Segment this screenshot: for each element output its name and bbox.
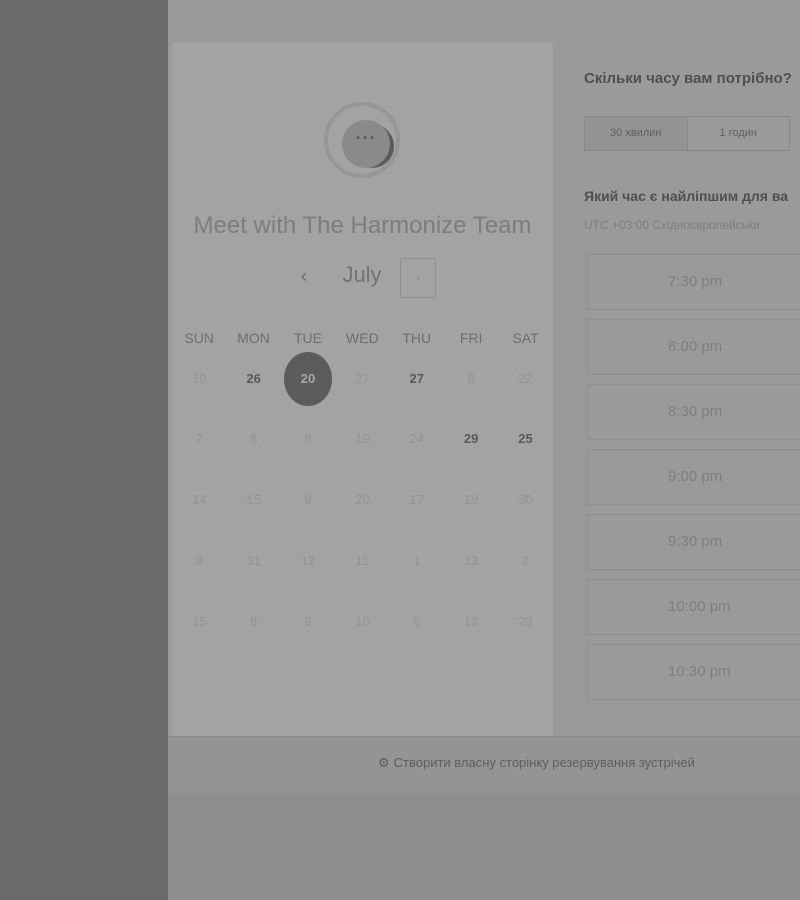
calendar-day: 8	[467, 371, 475, 386]
calendar-day[interactable]: 29	[444, 412, 498, 466]
calendar-day: 2	[521, 553, 530, 568]
calendar-day: 15	[191, 614, 207, 629]
calendar-day: 13	[463, 553, 479, 568]
calendar-day: 19	[463, 492, 479, 507]
month-navigation: ‹ July ›	[172, 254, 553, 302]
calendar-day: 22	[518, 371, 533, 386]
duration-selector: 30 хвилин 1 годин	[584, 116, 790, 151]
calendar-day: 9	[195, 553, 203, 568]
time-slot[interactable]: 8:30 pm	[587, 384, 800, 440]
calendar-week-row: 7 8 8 19 24 29 25	[172, 412, 553, 466]
prev-month-icon[interactable]: ‹	[292, 264, 316, 288]
left-gutter	[0, 0, 168, 900]
calendar-day: 14	[191, 492, 207, 507]
duration-option-30[interactable]: 30 хвилин	[585, 117, 688, 150]
calendar-day: 7	[195, 431, 203, 446]
timezone-selector[interactable]: UTC +03:00 Східноєвропейськи	[584, 218, 760, 232]
next-month-icon[interactable]: ›	[400, 258, 436, 298]
time-slot[interactable]: 9:00 pm	[587, 449, 800, 505]
calendar-day[interactable]: 26	[226, 352, 280, 406]
calendar-day: 31	[246, 553, 261, 568]
sprocket-icon: ⚙	[378, 755, 390, 770]
footer-bar: ⚙ Створити власну сторінку резервування з…	[168, 736, 800, 793]
calendar-day: 24	[409, 431, 424, 446]
create-booking-page-link[interactable]: ⚙ Створити власну сторінку резервування з…	[378, 755, 695, 771]
calendar-day: 8	[249, 431, 258, 446]
weekday-label: TUE	[293, 330, 322, 346]
weekday-label: SUN	[184, 330, 214, 346]
calendar-day: 19	[355, 431, 370, 446]
calendar-day: 30	[518, 492, 533, 507]
chat-bubble-icon: ···	[355, 128, 377, 148]
weekday-label: MON	[237, 330, 270, 346]
calendar-day: 9	[304, 492, 312, 507]
calendar-day: 10	[355, 614, 370, 629]
month-label: July	[342, 262, 382, 287]
time-slot[interactable]: 10:00 pm	[587, 579, 800, 635]
calendar-day[interactable]: 27	[390, 352, 444, 406]
calendar-day: 20	[355, 492, 370, 507]
duration-question: Скільки часу вам потрібно?	[584, 70, 792, 87]
calendar-day[interactable]: 25	[498, 412, 552, 466]
weekday-header: SUN MON TUE WED THU FRI SAT	[172, 330, 553, 346]
time-slot[interactable]: 7:30 pm	[587, 254, 800, 310]
calendar-week-row: 19 26 20 27 27 8 22	[172, 352, 553, 406]
time-slot[interactable]: 9:30 pm	[587, 514, 800, 570]
time-question: Який час є найліпшим для ва	[584, 188, 789, 204]
calendar-day: 27	[355, 371, 370, 386]
calendar-day: 8	[304, 431, 312, 446]
calendar-day: 15	[246, 492, 261, 507]
footer-link-label: Створити власну сторінку резервування зу…	[393, 755, 695, 770]
calendar-day: 11	[355, 553, 370, 568]
calendar-day: 28	[518, 614, 533, 629]
weekday-label: FRI	[459, 330, 483, 346]
calendar-week-row: 9 31 12 11 1 13 2	[172, 534, 553, 588]
time-slot[interactable]: 8:00 pm	[587, 319, 800, 375]
weekday-label: SAT	[512, 330, 539, 346]
meeting-title: Meet with The Harmonize Team	[193, 212, 532, 239]
time-panel: Скільки часу вам потрібно? 30 хвилин 1 г…	[584, 70, 800, 700]
calendar-week-row: 14 15 9 20 17 19 30	[172, 473, 553, 527]
calendar-panel: ··· Meet with The Harmonize Team ‹ July …	[172, 42, 553, 736]
avatar: ···	[342, 120, 390, 168]
calendar-day-selected[interactable]: 20	[281, 352, 335, 406]
time-slot[interactable]: 10:30 pm	[587, 644, 800, 700]
calendar-day: 17	[409, 492, 424, 507]
duration-option-60[interactable]: 1 годин	[688, 117, 790, 150]
calendar-day: 12	[300, 553, 316, 568]
calendar-day: 12	[463, 614, 479, 629]
calendar-day: 8	[249, 614, 258, 629]
calendar-day: 6	[413, 614, 421, 629]
weekday-label: THU	[402, 330, 432, 346]
calendar-week-row: 15 8 9 10 6 12 28	[172, 595, 553, 649]
weekday-label: WED	[346, 330, 379, 346]
calendar-day: 9	[304, 614, 312, 629]
calendar-day: 19	[191, 371, 207, 386]
calendar-day-number: 20	[300, 371, 316, 386]
calendar-day: 1	[413, 553, 421, 568]
